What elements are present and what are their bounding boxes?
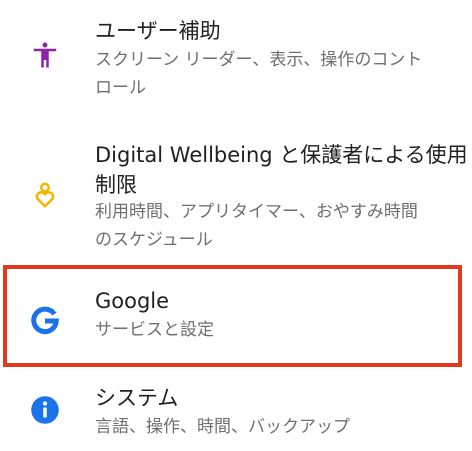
settings-item-summary: 言語、操作、時間、バックアップ bbox=[95, 417, 350, 437]
accessibility-icon bbox=[30, 40, 60, 70]
settings-item-title: ユーザー補助 bbox=[95, 19, 221, 43]
settings-item-title-line-2: 制限 bbox=[95, 173, 137, 197]
settings-item-title: システム bbox=[95, 386, 179, 410]
settings-item-google[interactable]: Google サービスと設定 bbox=[0, 272, 472, 362]
settings-item-summary-line-2: ロール bbox=[95, 78, 146, 98]
settings-item-summary-line-1: 利用時間、アプリタイマー、おやすみ時間 bbox=[95, 202, 418, 222]
settings-item-accessibility[interactable]: ユーザー補助 スクリーン リーダー、表示、操作のコント ロール bbox=[0, 0, 472, 110]
settings-item-title: Google bbox=[95, 289, 170, 313]
settings-item-summary: サービスと設定 bbox=[95, 320, 214, 340]
settings-item-digital-wellbeing[interactable]: Digital Wellbeing と保護者による使用 制限 利用時間、アプリタ… bbox=[0, 130, 472, 255]
settings-item-system[interactable]: システム 言語、操作、時間、バックアップ bbox=[0, 375, 472, 451]
settings-item-summary-line-1: スクリーン リーダー、表示、操作のコント bbox=[95, 50, 423, 70]
google-icon bbox=[30, 306, 60, 336]
digital-wellbeing-icon bbox=[30, 180, 60, 210]
settings-item-summary-line-2: のスケジュール bbox=[95, 230, 213, 250]
settings-item-title-line-1: Digital Wellbeing と保護者による使用 bbox=[95, 143, 468, 167]
info-icon bbox=[30, 395, 60, 425]
settings-list: ユーザー補助 スクリーン リーダー、表示、操作のコント ロール Digital … bbox=[0, 0, 472, 451]
